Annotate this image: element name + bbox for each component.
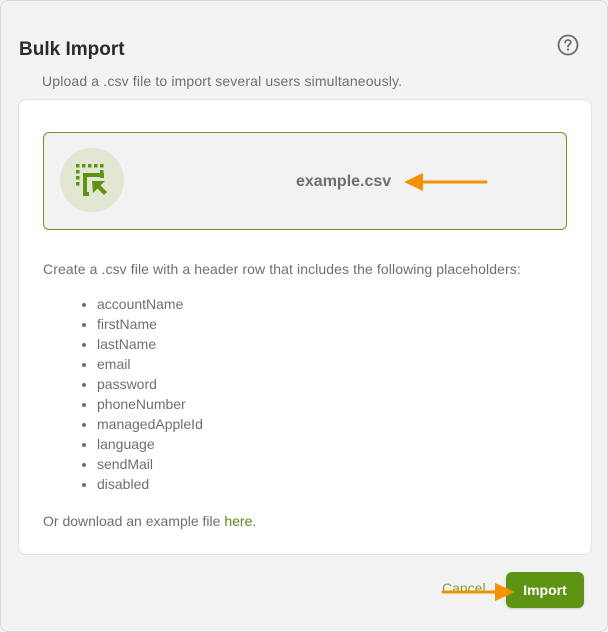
bulk-import-dialog: Bulk Import Upload a .csv file to import… (0, 0, 608, 632)
download-example-link[interactable]: here (224, 513, 252, 529)
placeholder-item: firstName (97, 314, 203, 334)
placeholder-item: sendMail (97, 454, 203, 474)
content-card: example.csv Create a .csv file with a he… (18, 99, 592, 555)
file-select-icon (76, 164, 107, 196)
placeholder-item: phoneNumber (97, 394, 203, 414)
placeholder-item: language (97, 434, 203, 454)
import-button[interactable]: Import (506, 572, 584, 608)
dialog-title: Bulk Import (19, 39, 125, 60)
download-prefix: Or download an example file (43, 513, 225, 529)
download-example-line: Or download an example file here. (43, 513, 256, 529)
placeholder-item: accountName (97, 294, 203, 314)
placeholder-item: email (97, 354, 203, 374)
placeholder-list: accountName firstName lastName email pas… (73, 294, 203, 494)
help-circle-icon[interactable] (557, 34, 579, 56)
placeholder-item: disabled (97, 474, 203, 494)
arrow-right-icon (441, 583, 515, 601)
instructions-text: Create a .csv file with a header row tha… (43, 261, 521, 277)
file-dropzone[interactable]: example.csv (43, 132, 567, 230)
placeholder-item: managedAppleId (97, 414, 203, 434)
dialog-subtitle: Upload a .csv file to import several use… (42, 73, 403, 89)
placeholder-item: lastName (97, 334, 203, 354)
selected-file-name: example.csv (296, 173, 392, 190)
arrow-left-icon (404, 173, 488, 191)
placeholder-item: password (97, 374, 203, 394)
file-icon-badge (60, 148, 124, 212)
download-suffix: . (252, 513, 257, 529)
